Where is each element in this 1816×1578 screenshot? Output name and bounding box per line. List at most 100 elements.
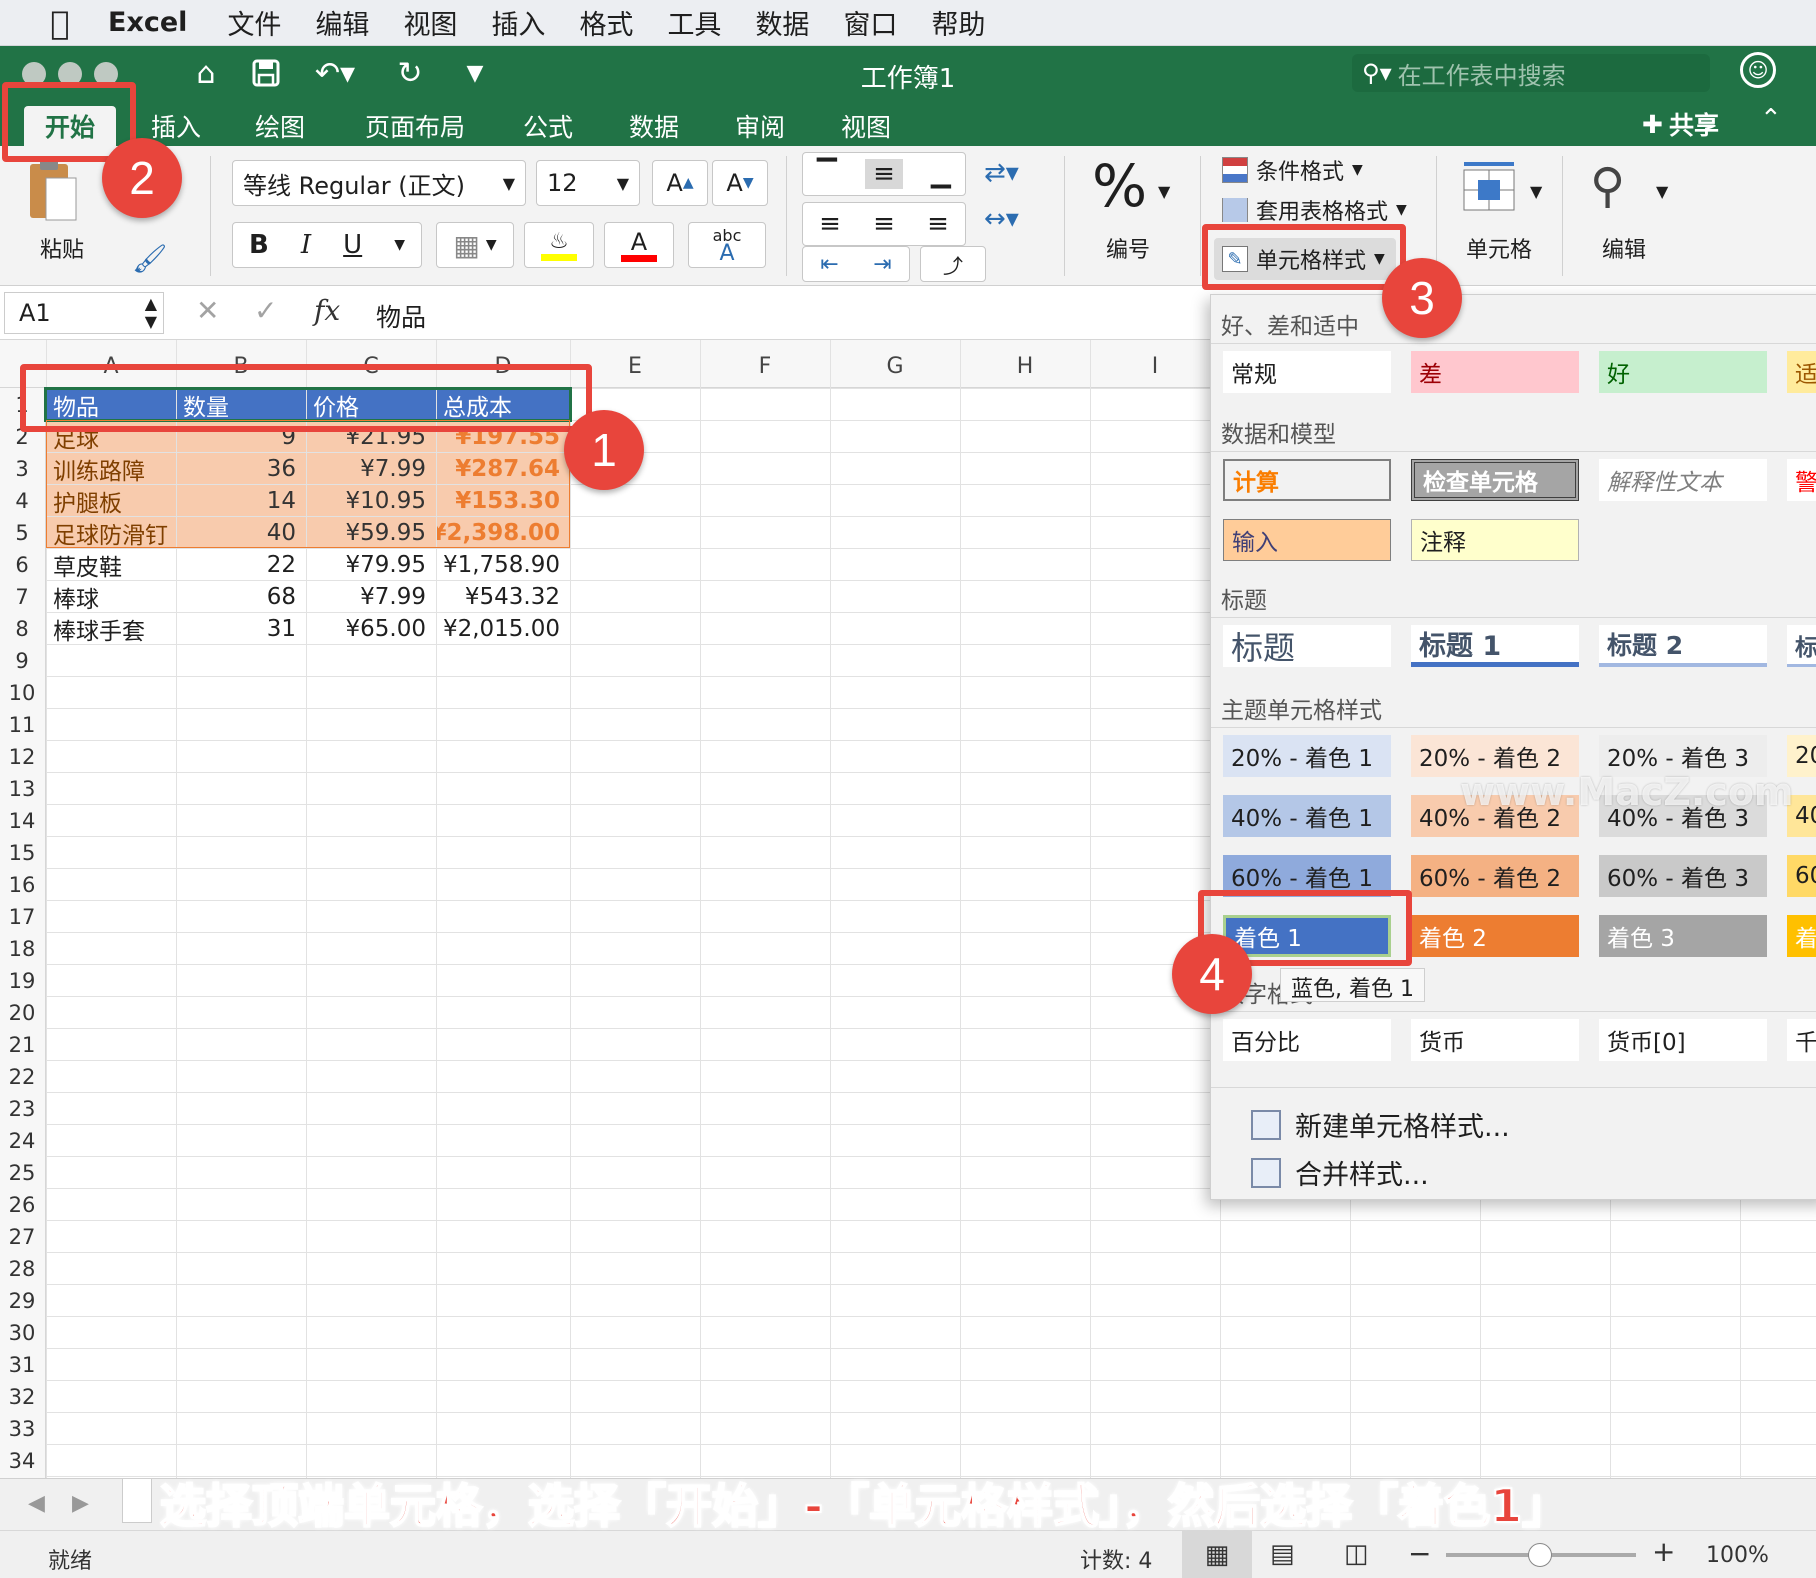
align-center-icon[interactable]: ≡ bbox=[873, 209, 895, 239]
align-middle-icon[interactable]: ≡ bbox=[865, 159, 903, 189]
sheet-tab[interactable] bbox=[122, 1479, 152, 1523]
table-cell[interactable]: 22 bbox=[177, 549, 306, 580]
page-layout-view-icon[interactable]: ▤ bbox=[1270, 1539, 1295, 1569]
table-cell[interactable]: 31 bbox=[177, 613, 306, 644]
chevron-down-icon[interactable]: ▼ bbox=[394, 237, 405, 253]
style-20-accent1[interactable]: 20% - 着色 1 bbox=[1223, 735, 1391, 777]
row-header[interactable]: 10 bbox=[0, 681, 44, 705]
tab-view[interactable]: 视图 bbox=[826, 106, 906, 146]
style-warning[interactable]: 警 bbox=[1787, 459, 1816, 501]
row-header[interactable]: 3 bbox=[0, 457, 44, 481]
align-top-icon[interactable]: ▔ bbox=[817, 159, 837, 189]
row-header[interactable]: 7 bbox=[0, 585, 44, 609]
row-header[interactable]: 31 bbox=[0, 1353, 44, 1377]
style-bad[interactable]: 差 bbox=[1411, 351, 1579, 393]
share-button[interactable]: ✚ 共享 bbox=[1642, 106, 1719, 142]
menu-excel[interactable]: Excel bbox=[108, 7, 187, 38]
menu-window[interactable]: 窗口 bbox=[843, 3, 897, 42]
table-cell[interactable]: ¥1,758.90 bbox=[437, 549, 570, 580]
menu-tools[interactable]: 工具 bbox=[667, 3, 721, 42]
row-header[interactable]: 12 bbox=[0, 745, 44, 769]
style-note[interactable]: 注释 bbox=[1411, 519, 1579, 561]
row-header[interactable]: 28 bbox=[0, 1257, 44, 1281]
formula-input[interactable]: 物品 bbox=[376, 298, 426, 334]
table-cell[interactable]: ¥2,015.00 bbox=[437, 613, 570, 644]
tab-page-layout[interactable]: 页面布局 bbox=[350, 106, 480, 146]
zoom-out-icon[interactable]: − bbox=[1408, 1537, 1431, 1570]
row-header[interactable]: 13 bbox=[0, 777, 44, 801]
collapse-ribbon-icon[interactable]: ⌃ bbox=[1760, 104, 1782, 134]
row-header[interactable]: 34 bbox=[0, 1449, 44, 1473]
row-header[interactable]: 18 bbox=[0, 937, 44, 961]
table-cell[interactable]: 棒球 bbox=[47, 581, 176, 613]
style-accent3[interactable]: 着色 3 bbox=[1599, 915, 1767, 957]
grow-font-button[interactable]: A ▲ bbox=[652, 160, 708, 206]
row-header[interactable]: 23 bbox=[0, 1097, 44, 1121]
align-left-icon[interactable]: ≡ bbox=[819, 209, 841, 239]
row-header[interactable]: 24 bbox=[0, 1129, 44, 1153]
align-right-icon[interactable]: ≡ bbox=[927, 209, 949, 239]
table-cell[interactable]: ¥543.32 bbox=[437, 581, 570, 612]
chevron-down-icon[interactable]: ▼ bbox=[1530, 182, 1542, 201]
new-cell-style-item[interactable]: 新建单元格样式... bbox=[1251, 1105, 1510, 1144]
row-header[interactable]: 27 bbox=[0, 1225, 44, 1249]
row-header[interactable]: 15 bbox=[0, 841, 44, 865]
style-percent[interactable]: 百分比 bbox=[1223, 1019, 1391, 1061]
row-header[interactable]: 11 bbox=[0, 713, 44, 737]
tab-formulas[interactable]: 公式 bbox=[508, 106, 588, 146]
style-input[interactable]: 输入 bbox=[1223, 519, 1391, 561]
prev-sheet-icon[interactable]: ◀ bbox=[28, 1491, 45, 1516]
format-as-table-button[interactable]: 套用表格格式 ▼ bbox=[1222, 198, 1407, 222]
tab-data[interactable]: 数据 bbox=[614, 106, 694, 146]
style-comma[interactable]: 千 bbox=[1787, 1019, 1816, 1061]
row-header[interactable]: 25 bbox=[0, 1161, 44, 1185]
zoom-in-icon[interactable]: + bbox=[1652, 1535, 1675, 1568]
font-color-button[interactable]: A bbox=[604, 222, 674, 268]
italic-button[interactable]: I bbox=[301, 230, 311, 260]
style-heading-1[interactable]: 标题 1 bbox=[1411, 625, 1579, 667]
style-heading-2[interactable]: 标题 2 bbox=[1599, 625, 1767, 667]
menu-insert[interactable]: 插入 bbox=[491, 3, 545, 42]
paste-button[interactable] bbox=[24, 156, 80, 226]
style-currency-0[interactable]: 货币[0] bbox=[1599, 1019, 1767, 1061]
row-header[interactable]: 30 bbox=[0, 1321, 44, 1345]
font-name-select[interactable]: 等线 Regular (正文) ▼ bbox=[232, 160, 526, 206]
table-cell[interactable]: ¥65.00 bbox=[307, 613, 436, 644]
row-header[interactable]: 33 bbox=[0, 1417, 44, 1441]
menu-data[interactable]: 数据 bbox=[755, 3, 809, 42]
style-40-accent1[interactable]: 40% - 着色 1 bbox=[1223, 795, 1391, 837]
row-header[interactable]: 16 bbox=[0, 873, 44, 897]
align-bottom-icon[interactable]: ▁ bbox=[931, 159, 951, 189]
row-header[interactable]: 29 bbox=[0, 1289, 44, 1313]
row-header[interactable]: 8 bbox=[0, 617, 44, 641]
menu-view[interactable]: 视图 bbox=[403, 3, 457, 42]
merge-styles-item[interactable]: 合并样式... bbox=[1251, 1153, 1429, 1192]
menu-edit[interactable]: 编辑 bbox=[315, 3, 369, 42]
borders-button[interactable]: ▦ ▼ bbox=[436, 222, 514, 268]
menu-help[interactable]: 帮助 bbox=[931, 3, 985, 42]
tab-draw[interactable]: 绘图 bbox=[240, 106, 320, 146]
font-size-select[interactable]: 12 ▼ bbox=[536, 160, 640, 206]
conditional-format-button[interactable]: 条件格式 ▼ bbox=[1222, 154, 1363, 186]
normal-view-icon[interactable]: ▦ bbox=[1182, 1531, 1252, 1578]
name-box[interactable]: A1 ▲ ▼ bbox=[4, 292, 164, 334]
function-icon[interactable]: fx bbox=[314, 294, 340, 327]
style-60-accent4[interactable]: 60 bbox=[1787, 855, 1816, 897]
wrap-text-icon[interactable]: ⇄▾ bbox=[984, 158, 1019, 188]
row-header[interactable]: 26 bbox=[0, 1193, 44, 1217]
style-accent2[interactable]: 着色 2 bbox=[1411, 915, 1579, 957]
row-header[interactable]: 17 bbox=[0, 905, 44, 929]
apple-icon[interactable]:  bbox=[40, 3, 80, 43]
style-title[interactable]: 标题 bbox=[1223, 625, 1391, 667]
tab-review[interactable]: 审阅 bbox=[720, 106, 800, 146]
menu-format[interactable]: 格式 bbox=[579, 3, 633, 42]
style-neutral[interactable]: 适 bbox=[1787, 351, 1816, 393]
table-cell[interactable]: 68 bbox=[177, 581, 306, 612]
page-break-view-icon[interactable]: ◫ bbox=[1344, 1539, 1369, 1569]
style-normal[interactable]: 常规 bbox=[1223, 351, 1391, 393]
decrease-indent-icon[interactable]: ⇤ bbox=[820, 252, 838, 277]
cells-icon[interactable] bbox=[1460, 160, 1518, 216]
magnifier-icon[interactable]: ⚲ bbox=[1590, 158, 1625, 214]
shrink-font-button[interactable]: A ▼ bbox=[712, 160, 768, 206]
row-header[interactable]: 21 bbox=[0, 1033, 44, 1057]
